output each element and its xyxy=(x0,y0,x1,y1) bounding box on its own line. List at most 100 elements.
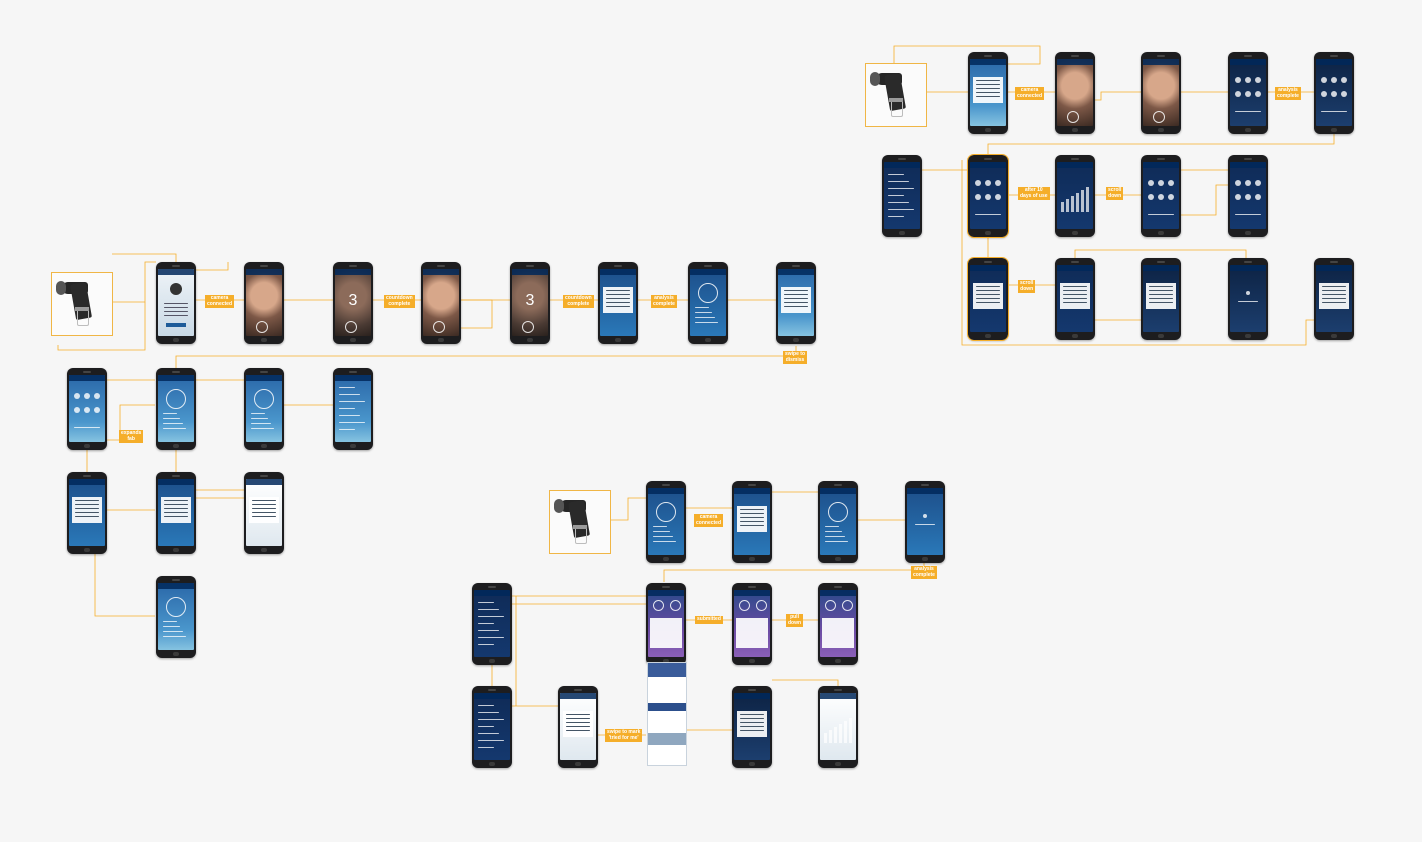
phone-screen[interactable] xyxy=(67,368,107,450)
phone-screen[interactable] xyxy=(646,481,686,563)
phone-screen[interactable]: 3 xyxy=(510,262,550,344)
phone-screen[interactable] xyxy=(244,368,284,450)
phone-screen[interactable] xyxy=(818,686,858,768)
screen-detail xyxy=(474,590,510,596)
phone-screen[interactable] xyxy=(156,368,196,450)
screen-detail xyxy=(1149,294,1173,296)
screen-detail xyxy=(252,516,276,518)
home-button xyxy=(84,444,90,448)
screen-detail xyxy=(976,92,1000,94)
phone-display xyxy=(474,590,510,657)
phone-screen[interactable] xyxy=(1314,52,1354,134)
screen-detail xyxy=(1076,193,1079,212)
screen-detail xyxy=(1057,265,1093,271)
screen-detail xyxy=(164,307,188,309)
phone-screen[interactable] xyxy=(646,583,686,665)
phone-screen[interactable]: 3 xyxy=(333,262,373,344)
screen-detail xyxy=(1235,111,1261,113)
phone-screen[interactable] xyxy=(333,368,373,450)
phone-screen[interactable] xyxy=(244,262,284,344)
screen-detail xyxy=(566,722,590,724)
home-button xyxy=(835,659,841,663)
phone-display xyxy=(560,693,596,760)
home-button xyxy=(1072,128,1078,132)
screen-detail xyxy=(970,162,1006,168)
transition-label: countdown complete xyxy=(384,295,415,308)
screen-detail xyxy=(606,290,630,292)
device-part xyxy=(891,102,903,117)
phone-screen[interactable] xyxy=(905,481,945,563)
home-button xyxy=(749,659,755,663)
screen-detail xyxy=(433,321,445,333)
phone-screen[interactable] xyxy=(818,481,858,563)
phone-screen[interactable] xyxy=(688,262,728,344)
phone-display xyxy=(158,479,194,546)
phone-screen[interactable] xyxy=(776,262,816,344)
phone-screen[interactable] xyxy=(967,257,1009,341)
home-button xyxy=(489,762,495,766)
transition-label: camera connected xyxy=(205,295,235,308)
phone-screen[interactable] xyxy=(967,154,1009,238)
phone-screen[interactable] xyxy=(1314,258,1354,340)
screen-detail xyxy=(566,714,590,716)
phone-screen[interactable] xyxy=(244,472,284,554)
screen-detail xyxy=(251,413,265,415)
screen-detail xyxy=(1322,286,1346,288)
phone-screen[interactable] xyxy=(1055,155,1095,237)
home-button xyxy=(985,231,991,235)
phone-camera xyxy=(984,158,992,160)
phone-screen[interactable] xyxy=(156,262,196,344)
phone-screen[interactable] xyxy=(818,583,858,665)
screen-detail xyxy=(1158,180,1164,186)
phone-screen[interactable] xyxy=(472,686,512,768)
phone-screen[interactable] xyxy=(1141,155,1181,237)
home-button xyxy=(793,338,799,342)
screen-detail xyxy=(1148,180,1154,186)
phone-display xyxy=(734,590,770,657)
phone-screen[interactable] xyxy=(558,686,598,768)
screen-detail xyxy=(75,500,99,502)
phone-camera xyxy=(1157,55,1165,57)
phone-screen[interactable] xyxy=(732,481,772,563)
phone-screen[interactable] xyxy=(156,576,196,658)
phone-screen[interactable] xyxy=(882,155,922,237)
phone-screen[interactable] xyxy=(1228,258,1268,340)
screen-detail xyxy=(478,726,494,728)
phone-screen[interactable] xyxy=(1055,258,1095,340)
countdown-digit: 3 xyxy=(525,292,535,309)
screen-detail xyxy=(740,730,764,732)
phone-display xyxy=(335,375,371,442)
phone-screen[interactable] xyxy=(421,262,461,344)
phone-screen[interactable] xyxy=(732,583,772,665)
screen-detail xyxy=(985,194,991,200)
phone-screen[interactable] xyxy=(1228,52,1268,134)
screen-detail xyxy=(1246,291,1250,295)
phone-screen[interactable] xyxy=(732,686,772,768)
phone-camera xyxy=(748,484,756,486)
phone-display xyxy=(474,693,510,760)
phone-screen[interactable] xyxy=(67,472,107,554)
phone-display xyxy=(648,488,684,555)
phone-screen[interactable] xyxy=(1141,258,1181,340)
screen-detail xyxy=(74,427,100,429)
screen-detail xyxy=(1238,301,1258,303)
phone-camera xyxy=(526,265,534,267)
home-button xyxy=(615,338,621,342)
phone-screen[interactable] xyxy=(1055,52,1095,134)
home-button xyxy=(1072,334,1078,338)
screen-detail xyxy=(75,508,99,510)
screen-detail xyxy=(335,375,371,381)
screen-detail xyxy=(1086,187,1089,212)
screen-detail xyxy=(478,747,494,749)
phone-screen[interactable] xyxy=(968,52,1008,134)
phone-screen[interactable] xyxy=(472,583,512,665)
phone-screen[interactable] xyxy=(1141,52,1181,134)
phone-screen[interactable] xyxy=(598,262,638,344)
screen-detail xyxy=(695,317,715,319)
screen-detail xyxy=(69,375,105,381)
screen-detail xyxy=(985,180,991,186)
phone-screen[interactable] xyxy=(1228,155,1268,237)
phone-screen[interactable] xyxy=(156,472,196,554)
screen-detail xyxy=(1149,302,1173,304)
screen-detail xyxy=(1158,194,1164,200)
